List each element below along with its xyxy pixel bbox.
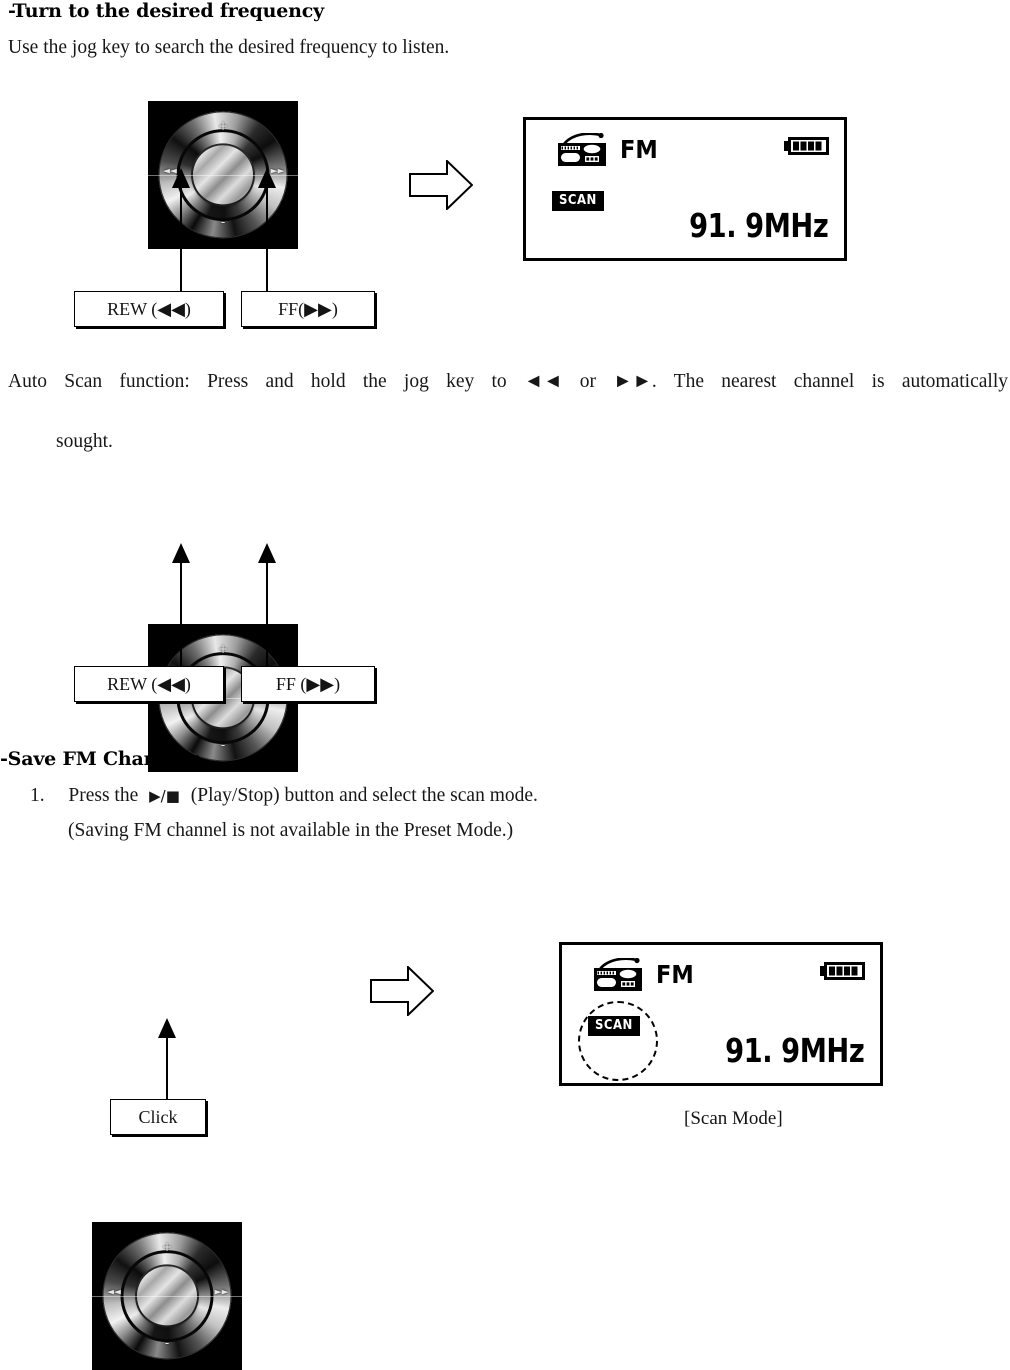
jog-mark-minus-icon: - (220, 738, 226, 753)
callout-pointer-rew-2 (172, 543, 190, 563)
jog-mark-minus-icon: - (164, 1336, 170, 1351)
jog-mark-plus-icon: + (217, 642, 229, 657)
callout-box-ff-1: FF(▶▶) (241, 291, 375, 327)
lcd-frequency-top: 91. 9MHz (688, 206, 829, 245)
highlight-circle-scan (578, 1001, 658, 1081)
lcd-display-top: FM SCAN 91. 9MHz (523, 117, 847, 261)
battery-full-icon (784, 137, 829, 155)
callout-pointer-ff-2 (258, 543, 276, 563)
flow-arrow-right-1 (409, 160, 473, 210)
jog-dial-image-3: + - ◄◄ ►► (92, 1222, 242, 1370)
callout-line-rew-1 (180, 188, 182, 291)
auto-scan-paragraph: Auto Scan function: Press and hold the j… (8, 367, 1008, 457)
lcd-band-label-bottom: FM (656, 960, 694, 989)
callout-pointer-rew-1 (172, 168, 190, 188)
jog-mark-next-icon: ►► (214, 1287, 229, 1298)
lcd-frequency-bottom: 91. 9MHz (724, 1031, 865, 1070)
play-stop-icon: ▶/■ (149, 787, 180, 805)
step-1-number: 1. (30, 785, 45, 806)
callout-box-click: Click (110, 1099, 206, 1135)
battery-full-icon (820, 962, 865, 980)
auto-scan-line-1: Auto Scan function: Press and hold the j… (8, 371, 1008, 392)
step-1-text-after: (Play/Stop) button and select the scan m… (190, 785, 538, 806)
flow-arrow-right-2 (370, 966, 434, 1016)
lcd-display-bottom: FM SCAN 91. 9MHz (559, 942, 883, 1086)
jog-mark-prev-icon: ◄◄ (107, 1287, 121, 1298)
radio-icon (594, 958, 642, 991)
radio-icon (558, 133, 606, 166)
section-intro-text: Use the jog key to search the desired fr… (8, 37, 450, 58)
jog-mark-plus-icon: + (217, 119, 229, 134)
callout-line-click (166, 1038, 168, 1100)
lcd-scan-badge-top: SCAN (552, 191, 604, 211)
jog-mark-plus-icon: + (161, 1240, 173, 1255)
lcd-scan-badge-bottom: SCAN (588, 1016, 640, 1036)
callout-line-ff-1 (266, 188, 268, 291)
step-1-row: 1. Press the ▶/■ (Play/Stop) button and … (30, 785, 538, 807)
step-1-note: (Saving FM channel is not available in t… (68, 820, 514, 841)
callout-pointer-click (158, 1018, 176, 1038)
lcd-caption-scan-mode: [Scan Mode] (684, 1108, 783, 1129)
jog-mark-minus-icon: - (220, 215, 226, 230)
callout-line-ff-2 (266, 563, 268, 666)
section-heading-turn-frequency: -Turn to the desired frequency (8, 0, 324, 22)
callout-box-rew-2: REW (◀◀) (74, 666, 224, 702)
callout-box-rew-1: REW (◀◀) (74, 291, 224, 327)
lcd-band-label-top: FM (620, 135, 658, 164)
auto-scan-line-2: sought. (56, 431, 113, 452)
step-1-text-before: Press the (68, 785, 139, 806)
callout-box-ff-2: FF (▶▶) (241, 666, 375, 702)
section-heading-save-channels: -Save FM Channels (0, 748, 201, 770)
callout-pointer-ff-1 (258, 168, 276, 188)
callout-line-rew-2 (180, 563, 182, 666)
